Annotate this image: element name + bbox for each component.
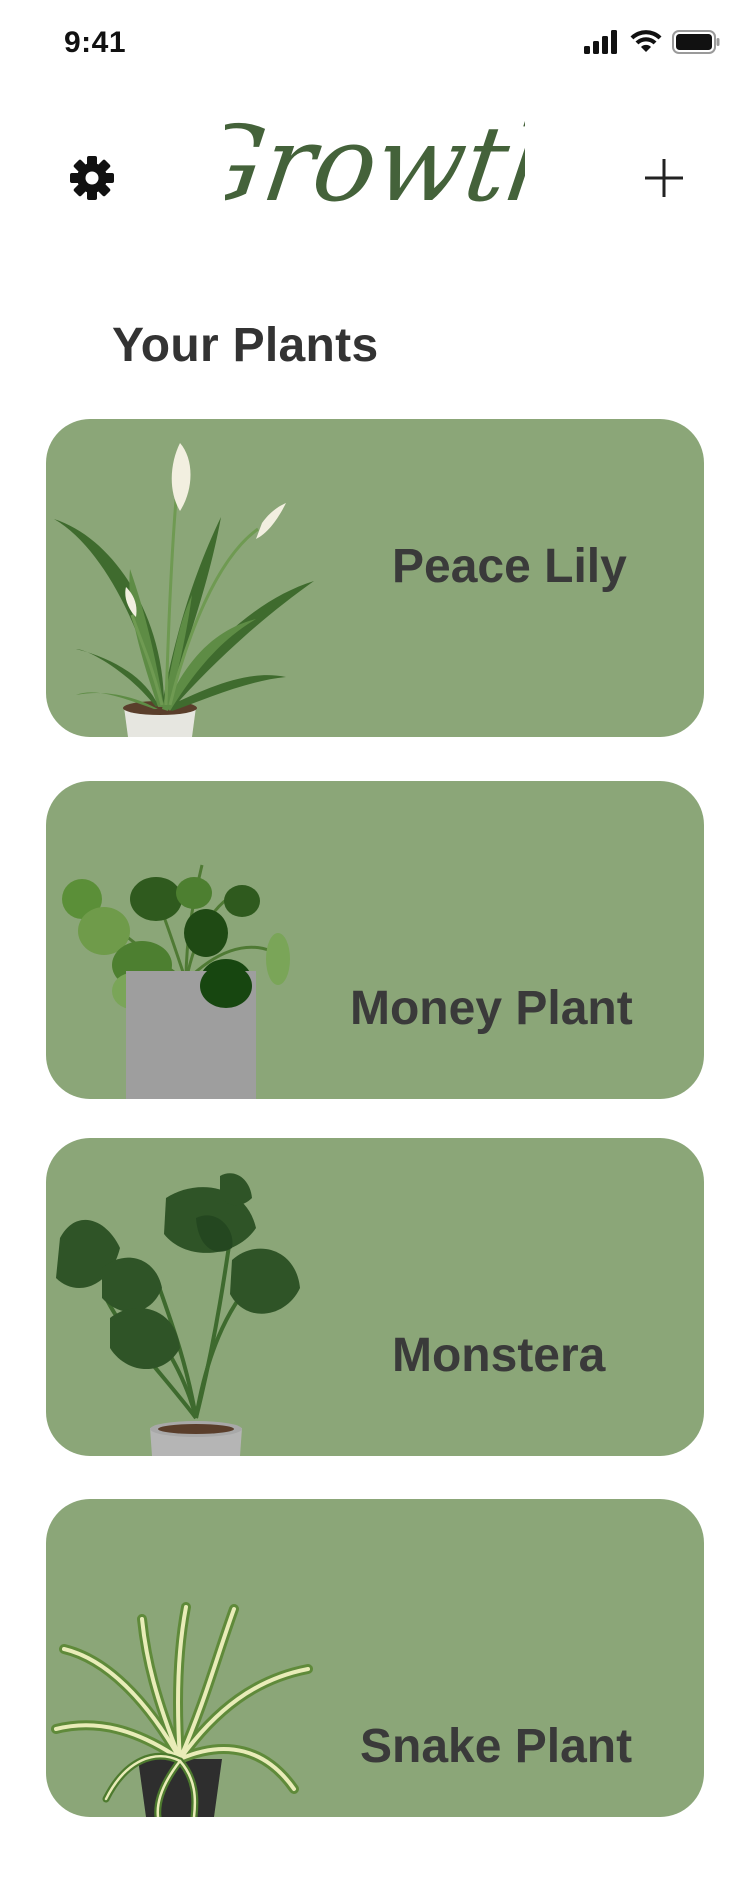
- plant-card-money-plant[interactable]: Money Plant: [46, 781, 704, 1099]
- peace-lily-illustration: [46, 419, 346, 737]
- money-plant-illustration: [46, 781, 346, 1099]
- plant-list: Peace Lily Money Plant Monstera Snake Pl…: [0, 0, 750, 1898]
- plant-name: Peace Lily: [392, 540, 627, 593]
- plant-name: Money Plant: [350, 982, 633, 1035]
- plant-name: Snake Plant: [360, 1720, 633, 1773]
- plant-card-monstera[interactable]: Monstera: [46, 1138, 704, 1456]
- snake-plant-illustration: [46, 1499, 346, 1817]
- plant-card-snake-plant[interactable]: Snake Plant: [46, 1499, 704, 1817]
- plant-card-peace-lily[interactable]: Peace Lily: [46, 419, 704, 737]
- monstera-illustration: [46, 1138, 346, 1456]
- plant-name: Monstera: [392, 1329, 606, 1382]
